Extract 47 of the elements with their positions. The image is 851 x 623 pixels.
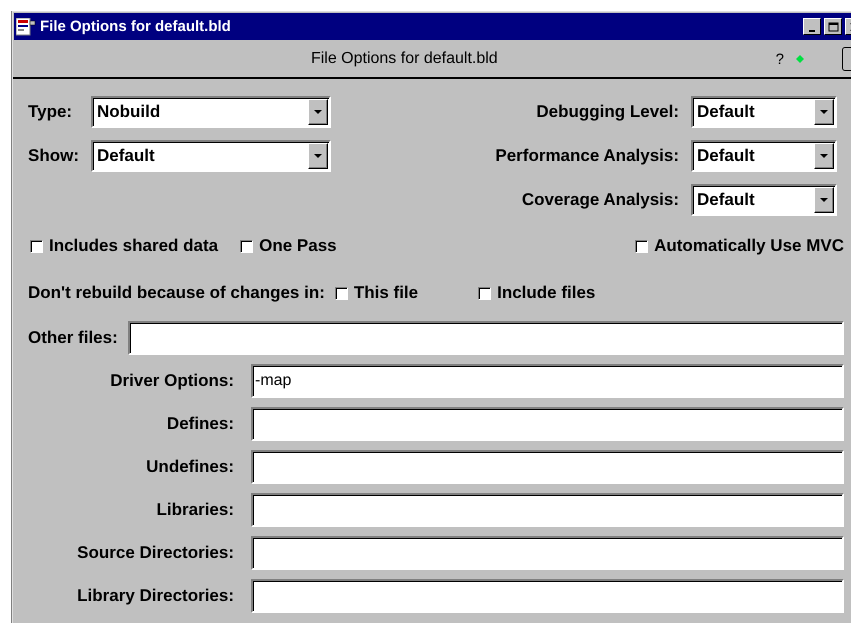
dropdown[interactable]: Default xyxy=(91,140,331,172)
window-title: File Options for default.bld xyxy=(40,18,232,35)
minimize-button[interactable] xyxy=(803,18,821,35)
dropdown-arrow-icon[interactable] xyxy=(314,154,322,158)
panel-title: File Options for default.bld xyxy=(310,50,499,68)
checkbox[interactable] xyxy=(478,286,492,300)
input-field[interactable] xyxy=(251,493,844,527)
checkbox[interactable] xyxy=(635,240,648,252)
input-field[interactable] xyxy=(128,321,844,355)
field-label: Other files: xyxy=(28,328,118,348)
dropdown[interactable]: Default xyxy=(691,140,837,172)
field-label: Library Directories: xyxy=(76,586,234,606)
help-button[interactable]: ? xyxy=(776,50,784,68)
status-diamond-icon xyxy=(796,55,804,63)
field-label: Defines: xyxy=(166,414,234,434)
dropdown[interactable]: Nobuild xyxy=(91,96,331,128)
maximize-button[interactable] xyxy=(824,18,842,35)
field-label: Type: xyxy=(28,102,74,122)
dropdown-arrow-icon[interactable] xyxy=(314,110,322,114)
input-field[interactable]: -map xyxy=(251,364,844,398)
input-field[interactable] xyxy=(251,450,844,484)
checkbox[interactable] xyxy=(240,240,254,252)
dropdown[interactable]: Default xyxy=(691,184,837,216)
input-field[interactable] xyxy=(251,407,844,441)
checkbox-label: One Pass xyxy=(259,236,337,256)
checkbox-label: Includes shared data xyxy=(49,236,218,256)
field-label: Source Directories: xyxy=(76,543,234,563)
dropdown-arrow-icon[interactable] xyxy=(820,110,828,114)
input-field[interactable] xyxy=(251,536,844,570)
field-label: Driver Options: xyxy=(109,371,234,391)
checkbox-label: This file xyxy=(354,283,418,303)
dropdown-arrow-icon[interactable] xyxy=(820,154,828,158)
field-label: Coverage Analysis: xyxy=(520,190,679,210)
maximize-icon[interactable] xyxy=(828,22,838,32)
input-field[interactable] xyxy=(251,579,844,613)
checkbox-label: Automatically Use MVC xyxy=(654,236,844,256)
checkbox[interactable] xyxy=(30,240,43,252)
field-label: Libraries: xyxy=(156,500,234,520)
dropdown-arrow-icon[interactable] xyxy=(820,198,828,202)
field-label: Undefines: xyxy=(145,457,234,477)
section-label: Don't rebuild because of changes in: xyxy=(28,283,325,303)
checkbox-label: Include files xyxy=(497,283,596,303)
dropdown[interactable]: Default xyxy=(691,96,837,128)
checkbox[interactable] xyxy=(334,286,348,300)
field-label: Show: xyxy=(28,146,79,166)
field-label: Debugging Level: xyxy=(535,102,679,122)
field-label: Performance Analysis: xyxy=(495,146,679,166)
